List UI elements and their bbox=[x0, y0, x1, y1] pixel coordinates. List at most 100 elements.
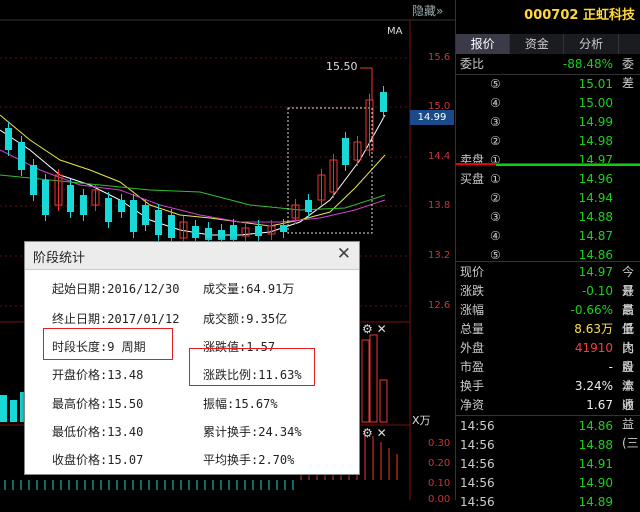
period-stats-dialog: 阶段统计 ✕ 起始日期:2016/12/30 终止日期:2017/01/12 时… bbox=[24, 241, 360, 475]
low-price: 最低价格:13.40 bbox=[52, 425, 144, 439]
stat-value: 3.24% bbox=[574, 379, 613, 393]
volume-panel-controls: ⚙ ✕ bbox=[362, 322, 387, 336]
avg-turnover: 平均换手:2.70% bbox=[203, 453, 295, 467]
sell-label: 卖盘 bbox=[460, 153, 485, 167]
gear-icon[interactable]: ⚙ bbox=[362, 426, 373, 440]
volume-bar bbox=[369, 334, 378, 423]
close-icon[interactable]: ✕ bbox=[377, 322, 387, 336]
amount: 成交额:9.35亿 bbox=[203, 312, 288, 326]
divider bbox=[456, 415, 640, 416]
level-index: ① bbox=[490, 153, 501, 167]
y-tick: 14.4 bbox=[428, 151, 451, 162]
tick-row: 14:56 14.90 bbox=[456, 474, 640, 493]
bid-level-row[interactable]: 买盘 ① 14.96 bbox=[456, 170, 640, 189]
level-index: ③ bbox=[490, 115, 501, 129]
stat-row: 现价 14.97 今开 bbox=[456, 263, 640, 298]
stat-value: -0.10 bbox=[581, 284, 613, 298]
tab-more[interactable] bbox=[618, 34, 640, 54]
stat-row: 涨幅 -0.66% 最低 bbox=[456, 301, 640, 336]
dialog-header: 阶段统计 ✕ bbox=[25, 242, 359, 270]
ask-level-row[interactable]: ⑤ 15.01 bbox=[456, 75, 640, 94]
hide-label: 隐藏 bbox=[412, 4, 437, 18]
gear-icon[interactable]: ⚙ bbox=[362, 322, 373, 336]
stat-label: 涨幅 bbox=[460, 303, 485, 317]
tick-price: 14.86 bbox=[578, 419, 613, 433]
stat-row: 总量 8.63万 量比 bbox=[456, 320, 640, 355]
tab-analysis[interactable]: 分析 bbox=[564, 34, 619, 54]
stock-header: 000702 正虹科技 bbox=[456, 0, 640, 32]
level-index: ① bbox=[490, 172, 501, 186]
end-date: 终止日期:2017/01/12 bbox=[52, 312, 180, 326]
quote-panel: 000702 正虹科技 报价 资金 分析 委比 -88.48% 委差 ⑤ 15.0… bbox=[455, 0, 640, 509]
tick-row: 14:56 14.88 bbox=[456, 436, 640, 455]
level-price: 15.00 bbox=[578, 96, 613, 110]
volume-bar bbox=[0, 395, 7, 422]
level-price: 15.01 bbox=[578, 77, 613, 91]
tick-price: 14.88 bbox=[578, 438, 613, 452]
ratio-row: 委比 -88.48% 委差 bbox=[456, 55, 640, 90]
indicator-tick: 0.30 bbox=[428, 438, 451, 449]
tab-funds[interactable]: 资金 bbox=[510, 34, 565, 54]
tab-quote[interactable]: 报价 bbox=[456, 34, 511, 54]
level-index: ⑤ bbox=[490, 77, 501, 91]
indicator-tick: 0.20 bbox=[428, 458, 451, 469]
tick-time: 14:56 bbox=[460, 476, 495, 490]
tick-time: 14:56 bbox=[460, 438, 495, 452]
stat-row: 涨跌 -0.10 最高 bbox=[456, 282, 640, 317]
cum-turnover: 累计换手:24.34% bbox=[203, 425, 302, 439]
tick-row: 14:56 14.89 bbox=[456, 493, 640, 512]
y-tick: 15.6 bbox=[428, 52, 451, 63]
stat-label: 外盘 bbox=[460, 341, 485, 355]
buy-label: 买盘 bbox=[460, 172, 485, 186]
ratio-label: 委比 bbox=[460, 57, 485, 71]
indicator-tick: 0.10 bbox=[428, 478, 451, 489]
current-price-tag: 14.99 bbox=[410, 110, 454, 125]
stat-value: 14.97 bbox=[578, 265, 613, 279]
high-price: 最高价格:15.50 bbox=[52, 397, 144, 411]
stat-label: 换手 bbox=[460, 379, 485, 393]
chevron-right-icon: » bbox=[436, 4, 444, 18]
tick-time: 14:56 bbox=[460, 495, 495, 509]
stat-value: 8.63万 bbox=[574, 322, 613, 336]
stat-label: 净资 bbox=[460, 398, 485, 412]
ask-level-row[interactable]: ④ 15.00 bbox=[456, 94, 640, 113]
ask-level-row[interactable]: 卖盘 ① 14.97 bbox=[456, 151, 640, 170]
bid-level-row[interactable]: ② 14.94 bbox=[456, 189, 640, 208]
tick-time: 14:56 bbox=[460, 419, 495, 433]
hide-panel-button[interactable]: 隐藏» bbox=[412, 2, 452, 18]
tick-price: 14.90 bbox=[578, 476, 613, 490]
bid-level-row[interactable]: ④ 14.87 bbox=[456, 227, 640, 246]
tick-row: 14:56 14.86 bbox=[456, 417, 640, 436]
tick-price: 14.89 bbox=[578, 495, 613, 509]
volume-unit-label: X万 bbox=[412, 414, 431, 427]
volume-bar bbox=[361, 339, 370, 423]
tick-price: 14.91 bbox=[578, 457, 613, 471]
ask-level-row[interactable]: ③ 14.99 bbox=[456, 113, 640, 132]
stat-label: 现价 bbox=[460, 265, 485, 279]
highlight-box-change bbox=[189, 348, 315, 386]
level-price: 14.87 bbox=[578, 229, 613, 243]
dialog-title: 阶段统计 bbox=[33, 251, 86, 266]
close-icon[interactable]: ✕ bbox=[337, 244, 351, 264]
stat-value: -0.66% bbox=[570, 303, 613, 317]
highlight-box-period bbox=[43, 328, 173, 360]
stat-row: 市盈 - 股本 bbox=[456, 358, 640, 393]
level-price: 14.96 bbox=[578, 172, 613, 186]
close-icon[interactable]: ✕ bbox=[377, 426, 387, 440]
volume: 成交量:64.91万 bbox=[203, 282, 295, 296]
level-price: 14.97 bbox=[578, 153, 613, 167]
stat-label: 市盈 bbox=[460, 360, 485, 374]
amplitude: 振幅:15.67% bbox=[203, 397, 278, 411]
stat-row: 换手 3.24% 流通 bbox=[456, 377, 640, 412]
stat-value: 1.67 bbox=[586, 398, 613, 412]
level-index: ④ bbox=[490, 96, 501, 110]
ma-indicator-label[interactable]: MA bbox=[387, 26, 402, 37]
level-price: 14.88 bbox=[578, 210, 613, 224]
ask-level-row[interactable]: ② 14.98 bbox=[456, 132, 640, 151]
bid-level-row[interactable]: ③ 14.88 bbox=[456, 208, 640, 227]
divider bbox=[456, 261, 640, 262]
level-index: ④ bbox=[490, 229, 501, 243]
level-price: 14.98 bbox=[578, 134, 613, 148]
panel-tabs: 报价 资金 分析 bbox=[456, 34, 640, 54]
level-index: ② bbox=[490, 134, 501, 148]
